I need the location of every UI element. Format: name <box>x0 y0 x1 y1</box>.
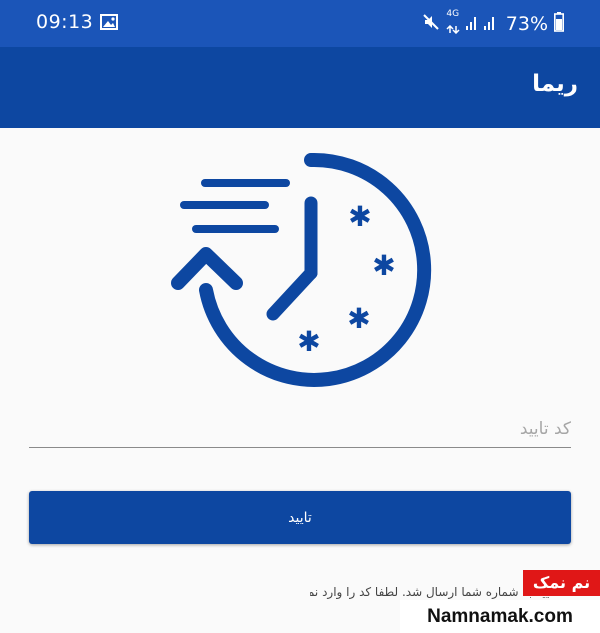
app-bar: ریما <box>0 47 600 128</box>
battery-percent: 73% <box>505 13 548 35</box>
app-title: ریما <box>532 71 578 97</box>
battery-icon <box>554 12 564 36</box>
confirm-button[interactable]: تایید <box>29 491 571 544</box>
network-type: 4G <box>446 10 460 38</box>
svg-text:✱: ✱ <box>372 249 395 282</box>
data-arrows-icon <box>446 24 460 35</box>
signal-icon <box>465 13 500 35</box>
fast-history-clock-icon: ✱ ✱ ✱ ✱ <box>168 148 432 392</box>
svg-text:✱: ✱ <box>348 200 371 233</box>
status-bar: 09:13 4G 73% <box>0 0 600 47</box>
network-label: 4G <box>446 9 460 19</box>
svg-text:✱: ✱ <box>297 325 320 358</box>
verification-code-input[interactable] <box>29 404 571 448</box>
status-icons: 4G 73% <box>422 10 564 38</box>
watermark-badge: نم نمک <box>523 570 600 596</box>
svg-text:✱: ✱ <box>347 302 370 335</box>
status-time: 09:13 <box>36 11 94 33</box>
mute-icon <box>422 13 440 35</box>
gallery-icon <box>100 14 118 34</box>
watermark-domain: Namnamak.com <box>400 600 600 633</box>
